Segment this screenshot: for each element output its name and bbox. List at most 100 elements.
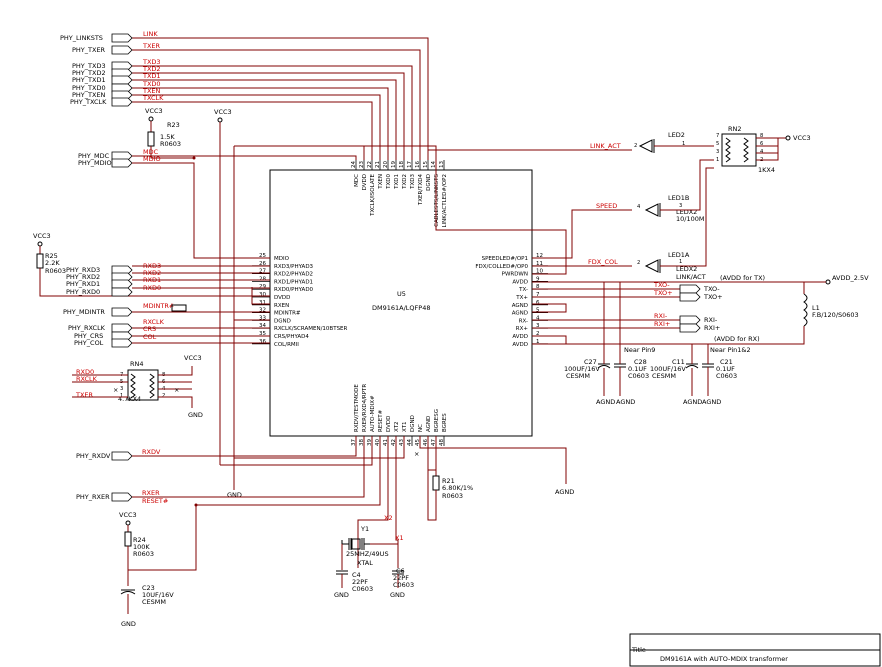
u5-pin-name: MDIO [274,256,290,262]
c4-symbol [336,570,348,575]
c21-symbol [702,363,714,368]
led1b-ref: LED1B [668,194,689,202]
u5-bottom-pins: 37RXDV/TESTMODE38RXER/RXD4/RPTR39AUTO-MD… [351,384,448,446]
u5-pin-name: DVDD [362,174,368,190]
rn4-zigzag2 [149,373,155,399]
u5-pin-name: TXD1 [394,174,400,190]
u5-pin-name: DGND [426,174,432,191]
u5-pin-number: 6 [536,300,540,306]
u5-pin-number: 20 [383,161,389,168]
c23-symbol [120,589,136,595]
r21-pkg: R0603 [442,492,463,500]
u5-pin-name: TX+ [515,295,528,301]
r23-body [147,131,155,147]
port-txo-minus: TXO- [703,285,720,293]
u5-pin-number: 31 [259,300,266,306]
port-shape-rxdv [111,451,133,461]
c28-pkg: C0603 [628,372,649,380]
r23-pkg: R0603 [160,140,181,148]
note-near-pin9: Near Pin9 [624,346,655,354]
port-shape-rxd1 [111,279,133,289]
svg-text:4: 4 [637,204,641,210]
port-phy-rxer: PHY_RXER [76,493,110,501]
u5-pin-number: 22 [367,161,373,168]
tx-bus: PHY_LINKSTS PHY_TXER PHY_TXD3 PHY_TXD2 P… [60,30,429,160]
net-x2: X2 [384,514,393,522]
port-shape-linksts [111,33,133,43]
port-txo-plus: TXO+ [703,293,723,301]
r24-body [124,531,132,547]
vcc3-r23-symbol [148,116,154,122]
wire-txd1 [132,79,397,160]
svg-text:3: 3 [120,386,123,392]
u5-pin-name: AGND [512,303,528,309]
c27-pkg: CESMM [566,372,590,380]
vcc3-r25: VCC3 [33,232,51,240]
wire-avdd-rx [532,326,805,345]
led2-ref: LED2 [668,131,685,139]
port-shape-mdio [111,158,133,168]
title-label: Title [631,646,646,654]
net-txd1: TXD1 [142,72,161,80]
led1a-symbol [644,259,661,273]
rn4-ref: RN4 [130,360,144,368]
wire-decoup-mid [603,352,709,364]
u5-pin-number: 21 [375,161,381,168]
u5-pin-name: RXDV/TESTMODE [354,384,360,432]
wire-rxer [132,436,365,498]
agnd-main: AGND [555,488,574,496]
junction-reset [194,503,198,507]
svg-text:2: 2 [637,260,640,266]
net-txo-m: TXO- [653,281,670,289]
port-phy-txclk: PHY_TXCLK [70,98,107,106]
u5-right-pins: 12SPEEDLED#/OP111FDX/COLLED#/OP010PWRDWN… [475,253,548,348]
r21-value: 6.80K/1% [442,484,473,492]
u5-pin-number: 5 [536,308,540,314]
u5-pin-name: RXER/RXD4/RPTR [362,384,368,432]
u5-pin-name: NC [418,424,424,432]
wire-speed [532,209,632,259]
u5-pin-name: XT1 [402,421,408,432]
net-txo-p: TXO+ [653,289,673,297]
net-mdintr: MDINTR# [143,302,174,310]
c28-symbol [614,363,626,368]
svg-text:2: 2 [634,143,637,149]
net-col: COL [143,333,157,341]
port-phy-rxclk: PHY_RXCLK [68,324,106,332]
u5-ref: U5 [397,290,406,298]
vcc3-r23: VCC3 [145,107,163,115]
u5-pin-name: CABLESTS/LINKSTS [434,174,440,227]
schematic-diagram: U5 DM9161A/LQFP48 25 MDIO26 RXD3/PHYAD327 R… [33,30,881,667]
u5-pin-name: AUTO-MDIX# [370,395,376,432]
agnd-c28: AGND [616,398,635,406]
wire-link-act [427,149,632,160]
net-fdx-col: FDX_COL [588,258,618,266]
port-phy-rxd1: PHY_RXD1 [66,280,100,288]
y1-value: 25MHZ/49US [346,550,389,558]
vcc3-rn2-symbol [785,135,791,141]
u5-pin-name: AGND [512,311,528,317]
c4-pkg: C0603 [352,585,373,593]
u5-pin-number: 32 [259,308,266,314]
u5-pin-name: RESET# [378,409,384,432]
u5-pin-number: 29 [259,284,266,290]
net-link: LINK [143,30,158,38]
u5-pin-name: RXEN [274,303,289,309]
junction-mdio [192,156,196,160]
u5-pin-name: DGND [274,318,291,324]
port-shape-txo-p [679,292,701,302]
wire-rxdv [132,436,357,457]
port-phy-mdio: PHY_MDIO [78,159,112,167]
u5-pin-name: RXD2/PHYAD2 [274,272,313,278]
u5-pin-number: 24 [351,161,357,168]
vcc3-r25-symbol [37,241,43,247]
u5-part: DM9161A/LQFP48 [372,304,430,312]
port-shape-rxd0 [111,287,133,297]
u5-pin-name: TX- [518,287,528,293]
u5-pin-number: 13 [439,161,445,168]
r25-pkg: R0603 [45,267,66,275]
u5-pin-name: CRS/PHYAD4 [274,334,309,340]
note-near-pin12: Near Pin1&2 [710,346,751,354]
u5-pin-number: 16 [415,161,421,168]
svg-text:4: 4 [760,149,764,155]
